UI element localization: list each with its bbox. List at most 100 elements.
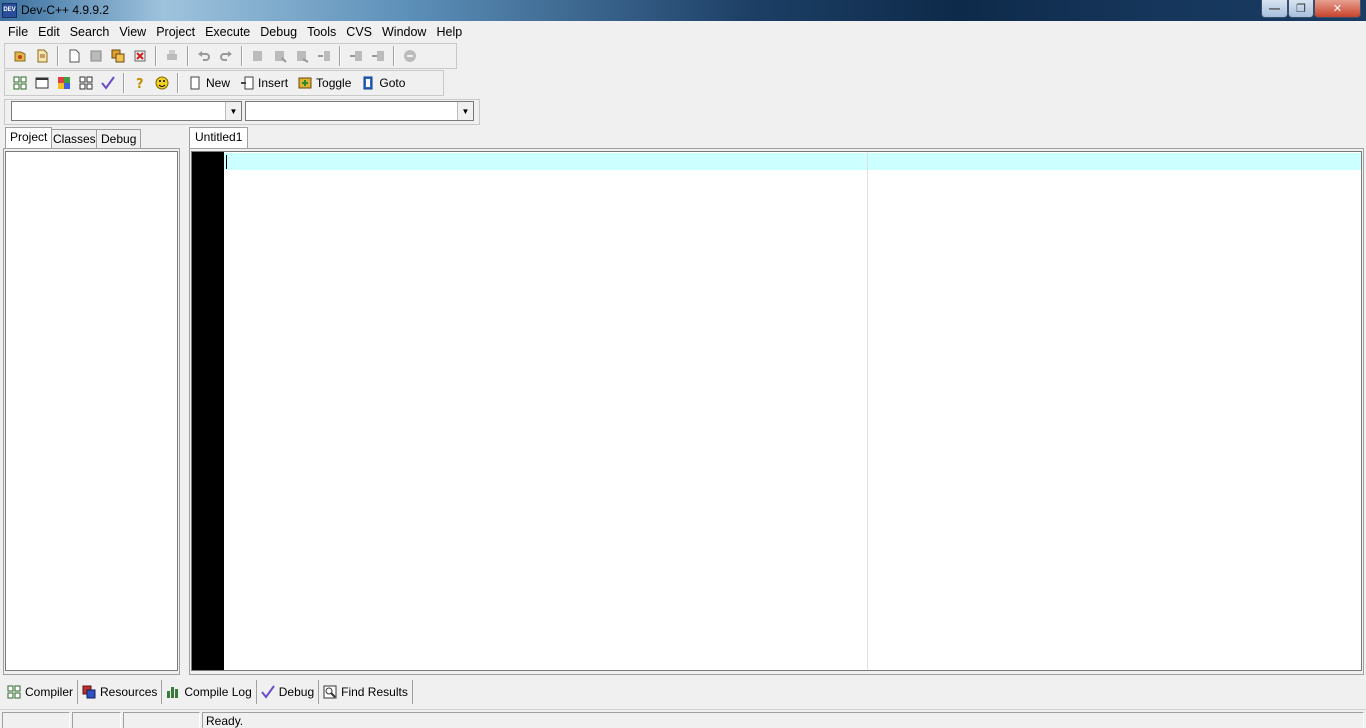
tab-compile-log[interactable]: Compile Log	[162, 680, 257, 704]
save-button[interactable]	[85, 45, 107, 67]
insert-icon	[241, 76, 254, 90]
menu-file[interactable]: File	[3, 25, 33, 39]
chevron-down-icon[interactable]: ▼	[225, 102, 241, 120]
tab-untitled1[interactable]: Untitled1	[189, 127, 249, 148]
debug-button[interactable]	[97, 72, 119, 94]
open-project-icon	[14, 51, 26, 62]
toggle-label: Toggle	[316, 76, 352, 90]
class-select[interactable]: ▼	[11, 101, 242, 121]
find-next-button[interactable]	[291, 45, 313, 67]
menu-bar: File Edit Search View Project Execute De…	[0, 21, 1366, 42]
print-icon	[167, 50, 177, 60]
close-file-icon	[134, 50, 146, 62]
chevron-down-icon[interactable]: ▼	[457, 102, 473, 120]
close-button[interactable]: ✕	[1314, 0, 1361, 18]
compile-icon	[13, 76, 27, 90]
run-icon	[35, 77, 49, 89]
tab-debug-label: Debug	[278, 685, 315, 699]
goto-button[interactable]: Goto	[356, 72, 410, 94]
tab-debug-output[interactable]: Debug	[257, 680, 320, 704]
goto-bookmark-icon	[363, 76, 373, 90]
toolbar-separator	[123, 73, 125, 93]
code-editor[interactable]	[191, 151, 1362, 671]
close-file-button[interactable]	[129, 45, 151, 67]
tab-find-results[interactable]: Find Results	[319, 680, 413, 704]
new-bookmark-button[interactable]: New	[183, 72, 235, 94]
tab-compile-log-label: Compile Log	[184, 685, 252, 699]
insert-label: Insert	[258, 76, 289, 90]
stop-button[interactable]	[399, 45, 421, 67]
menu-tools[interactable]: Tools	[302, 25, 341, 39]
menu-window[interactable]: Window	[377, 25, 431, 39]
run-button[interactable]	[31, 72, 53, 94]
find-icon	[253, 51, 262, 61]
toolbar-separator	[177, 73, 179, 93]
indent-button[interactable]	[367, 45, 389, 67]
goto-line-button[interactable]	[313, 45, 335, 67]
tab-debug[interactable]: Debug	[96, 129, 142, 148]
line-gutter	[192, 152, 224, 670]
minimize-button[interactable]: —	[1261, 0, 1288, 18]
unindent-icon	[350, 51, 362, 61]
compile-run-button[interactable]	[53, 72, 75, 94]
toggle-button[interactable]: Toggle	[293, 72, 356, 94]
menu-search[interactable]: Search	[65, 25, 115, 39]
main-toolbar	[4, 43, 457, 69]
save-all-button[interactable]	[107, 45, 129, 67]
maximize-button[interactable]: ❐	[1288, 0, 1314, 18]
text-caret	[226, 155, 227, 169]
redo-button[interactable]	[215, 45, 237, 67]
about-button[interactable]	[151, 72, 173, 94]
rebuild-all-button[interactable]	[75, 72, 97, 94]
tab-classes[interactable]: Classes	[48, 129, 101, 148]
menu-execute[interactable]: Execute	[200, 25, 255, 39]
title-bar: DEV Dev-C++ 4.9.9.2 — ❐ ✕	[0, 0, 1366, 21]
replace-button[interactable]	[269, 45, 291, 67]
toolbar-separator	[241, 46, 243, 66]
tab-resources[interactable]: Resources	[78, 680, 163, 704]
tab-project[interactable]: Project	[5, 127, 53, 148]
checkmark-icon	[260, 685, 275, 699]
tab-resources-label: Resources	[100, 685, 158, 699]
new-file-button[interactable]	[63, 45, 85, 67]
print-button[interactable]	[161, 45, 183, 67]
menu-view[interactable]: View	[114, 25, 151, 39]
checkmark-icon	[101, 76, 115, 90]
status-cursor-position	[2, 712, 70, 728]
status-message: Ready.	[202, 712, 1364, 728]
window-title: Dev-C++ 4.9.9.2	[21, 3, 110, 17]
toolbar-separator	[57, 46, 59, 66]
compile-toolbar: ? New Insert Toggle Goto	[4, 70, 444, 96]
menu-help[interactable]: Help	[431, 25, 467, 39]
menu-project[interactable]: Project	[151, 25, 200, 39]
project-tree[interactable]	[5, 151, 178, 671]
new-file-icon	[69, 49, 80, 63]
status-bar: Ready.	[0, 709, 1366, 728]
goto-line-icon	[318, 51, 330, 61]
magnifier-icon	[323, 685, 337, 699]
insert-button[interactable]: Insert	[235, 72, 293, 94]
compile-button[interactable]	[9, 72, 31, 94]
status-modified	[72, 712, 121, 728]
stop-icon	[404, 50, 416, 62]
help-button[interactable]: ?	[129, 72, 151, 94]
open-project-button[interactable]	[9, 45, 31, 67]
menu-cvs[interactable]: CVS	[341, 25, 377, 39]
unindent-button[interactable]	[345, 45, 367, 67]
find-button[interactable]	[247, 45, 269, 67]
toolbar-separator	[155, 46, 157, 66]
menu-debug[interactable]: Debug	[255, 25, 302, 39]
menu-edit[interactable]: Edit	[33, 25, 65, 39]
status-insert-mode	[123, 712, 200, 728]
app-icon: DEV	[2, 3, 17, 18]
tab-compiler[interactable]: Compiler	[3, 680, 79, 704]
undo-button[interactable]	[193, 45, 215, 67]
toggle-bookmark-icon	[298, 77, 312, 89]
open-file-button[interactable]	[31, 45, 53, 67]
replace-icon	[275, 51, 287, 63]
save-all-icon	[111, 49, 125, 63]
member-select[interactable]: ▼	[245, 101, 474, 121]
compiler-icon	[7, 685, 21, 699]
tab-compiler-label: Compiler	[25, 685, 74, 699]
toolbar-separator	[187, 46, 189, 66]
